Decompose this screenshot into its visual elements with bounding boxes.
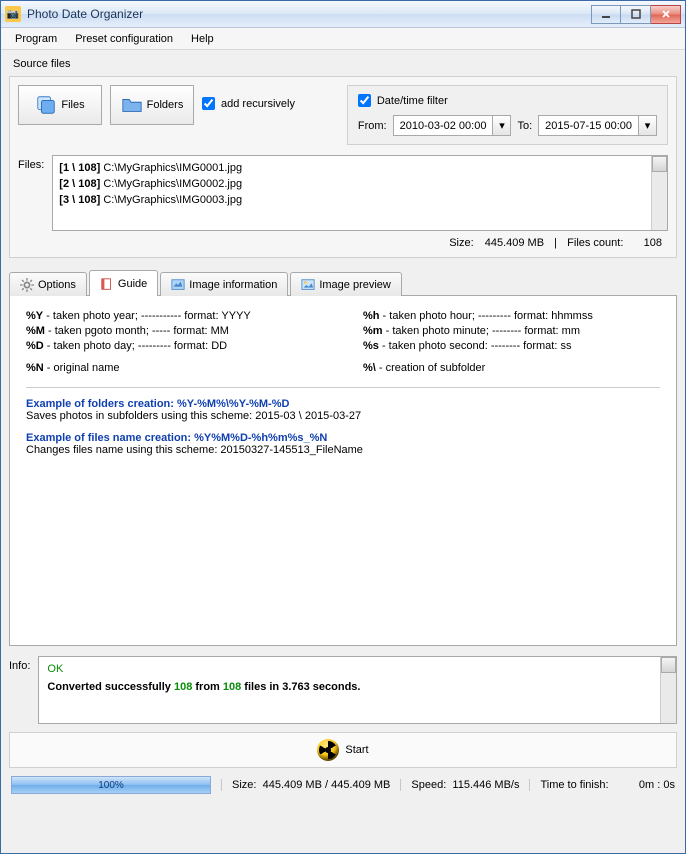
folders-button-label: Folders: [147, 99, 184, 111]
close-button[interactable]: [651, 5, 681, 24]
folders-button[interactable]: Folders: [110, 85, 194, 125]
start-button[interactable]: Start: [9, 732, 677, 768]
datetime-filter-input[interactable]: [358, 94, 371, 107]
tab-options-label: Options: [38, 279, 76, 291]
guide-slash: %\ - creation of subfolder: [363, 362, 660, 374]
list-item[interactable]: [2 \ 108] C:\MyGraphics\IMG0002.jpg: [59, 176, 661, 192]
window-title: Photo Date Organizer: [27, 7, 591, 21]
info-label: Info:: [9, 656, 30, 724]
count-label: Files count:: [567, 237, 623, 249]
menu-preset[interactable]: Preset configuration: [67, 30, 181, 48]
to-date-value: 2015-07-15 00:00: [539, 120, 638, 132]
menu-help[interactable]: Help: [183, 30, 222, 48]
source-panel: Files Folders add recursively Date/time …: [9, 76, 677, 258]
info-ok: OK: [47, 663, 668, 675]
add-recursively-label: add recursively: [221, 98, 295, 110]
count-value: 108: [644, 237, 662, 249]
guide-h: %h - taken photo hour; --------- format:…: [363, 310, 660, 322]
app-icon: 📷: [5, 6, 21, 22]
status-ttf-value: 0m : 0s: [639, 779, 675, 791]
datetime-filter-label: Date/time filter: [377, 95, 448, 107]
tab-guide-label: Guide: [118, 278, 147, 290]
guide-y: %Y%Y - taken photo year; ----------- for…: [26, 310, 323, 322]
size-label: Size:: [449, 237, 473, 249]
guide-tab-content: %Y%Y - taken photo year; ----------- for…: [9, 296, 677, 646]
main-window: 📷 Photo Date Organizer Program Preset co…: [0, 0, 686, 854]
gear-icon: [20, 278, 34, 292]
datetime-filter-checkbox[interactable]: Date/time filter: [358, 94, 657, 107]
scrollbar-thumb[interactable]: [652, 156, 667, 172]
tab-image-preview-label: Image preview: [319, 279, 391, 291]
tab-guide[interactable]: Guide: [89, 270, 158, 296]
image-info-icon: [171, 278, 185, 292]
image-preview-icon: [301, 278, 315, 292]
tab-bar: Options Guide Image information Image pr…: [9, 270, 677, 296]
guide-d: %D - taken photo day; --------- format: …: [26, 340, 323, 352]
menu-program[interactable]: Program: [7, 30, 65, 48]
status-speed: Speed: 115.446 MB/s: [400, 779, 519, 791]
scrollbar[interactable]: [651, 156, 667, 230]
add-recursively-input[interactable]: [202, 97, 215, 110]
example-folders-desc: Saves photos in subfolders using this sc…: [26, 410, 660, 422]
start-button-label: Start: [345, 744, 368, 756]
status-bar: 100% Size: 445.409 MB / 445.409 MB Speed…: [9, 776, 677, 800]
titlebar: 📷 Photo Date Organizer: [1, 1, 685, 28]
source-section-label: Source files: [13, 58, 677, 70]
status-ttf: Time to finish:: [529, 779, 608, 791]
files-icon: [35, 94, 57, 116]
add-recursively-checkbox[interactable]: add recursively: [202, 97, 295, 110]
file-stats: Size: 445.409 MB | Files count: 108: [18, 237, 668, 249]
progress-bar: 100%: [11, 776, 211, 794]
info-line: Converted successfully 108 from 108 file…: [47, 681, 668, 693]
to-label: To:: [517, 120, 532, 132]
radiation-icon: [317, 739, 339, 761]
files-list-label: Files:: [18, 155, 44, 231]
files-button[interactable]: Files: [18, 85, 102, 125]
progress-percent: 100%: [12, 777, 210, 793]
files-list[interactable]: [1 \ 108] C:\MyGraphics\IMG0001.jpg [2 \…: [52, 155, 668, 231]
folders-icon: [121, 94, 143, 116]
from-date-value: 2010-03-02 00:00: [394, 120, 493, 132]
example-folders-title: Example of folders creation: %Y-%M%\%Y-%…: [26, 398, 660, 410]
datetime-filter-panel: Date/time filter From: 2010-03-02 00:00 …: [347, 85, 668, 145]
minimize-button[interactable]: [591, 5, 621, 24]
example-files-desc: Changes files name using this scheme: 20…: [26, 444, 660, 456]
files-button-label: Files: [61, 99, 84, 111]
to-date-field[interactable]: 2015-07-15 00:00 ▾: [538, 115, 657, 136]
size-value: 445.409 MB: [485, 237, 544, 249]
guide-m-upper: %M - taken pgoto month; ----- format: MM: [26, 325, 323, 337]
guide-n: %N - original name: [26, 362, 323, 374]
tab-image-info-label: Image information: [189, 279, 277, 291]
guide-s: %s - taken photo second: -------- format…: [363, 340, 660, 352]
tab-image-info[interactable]: Image information: [160, 272, 288, 296]
tab-image-preview[interactable]: Image preview: [290, 272, 402, 296]
menu-bar: Program Preset configuration Help: [1, 28, 685, 50]
guide-m-lower: %m - taken photo minute; -------- format…: [363, 325, 660, 337]
tab-options[interactable]: Options: [9, 272, 87, 296]
maximize-button[interactable]: [621, 5, 651, 24]
example-files-title: Example of files name creation: %Y%M%D-%…: [26, 432, 660, 444]
to-date-dropdown-icon[interactable]: ▾: [638, 116, 656, 135]
from-label: From:: [358, 120, 387, 132]
scrollbar-thumb[interactable]: [661, 657, 676, 673]
status-size: Size: 445.409 MB / 445.409 MB: [221, 779, 390, 791]
list-item[interactable]: [1 \ 108] C:\MyGraphics\IMG0001.jpg: [59, 160, 661, 176]
book-icon: [100, 277, 114, 291]
list-item[interactable]: [3 \ 108] C:\MyGraphics\IMG0003.jpg: [59, 192, 661, 208]
from-date-dropdown-icon[interactable]: ▾: [492, 116, 510, 135]
info-box[interactable]: OK Converted successfully 108 from 108 f…: [38, 656, 677, 724]
scrollbar[interactable]: [660, 657, 676, 723]
from-date-field[interactable]: 2010-03-02 00:00 ▾: [393, 115, 512, 136]
